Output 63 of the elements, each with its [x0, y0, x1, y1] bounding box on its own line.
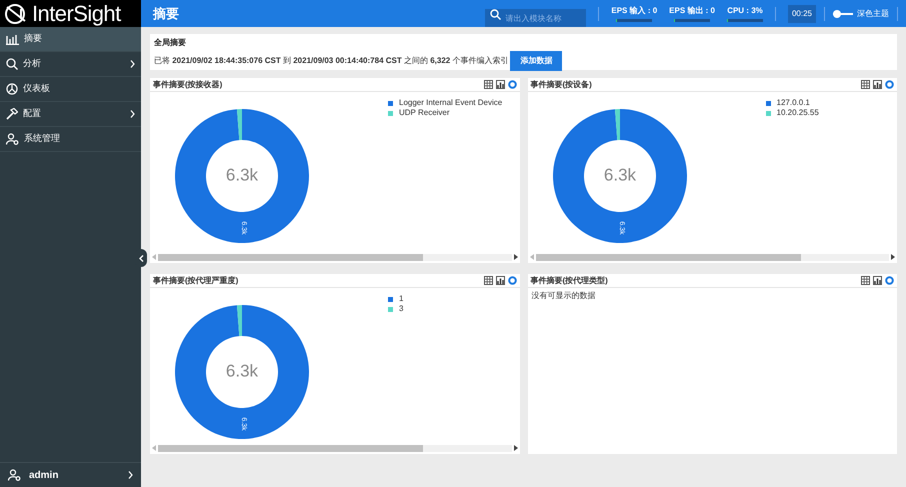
panel-title: 事件摘要(按代理类型)	[530, 274, 609, 286]
theme-label: 深色主题	[857, 8, 889, 20]
search-field[interactable]: 请出入模块名称	[485, 9, 586, 27]
stat-reading: EPS 输入 : 0	[611, 5, 658, 17]
scrollbar-thumb[interactable]	[158, 254, 424, 260]
panel-title: 事件摘要(按代理严重度)	[153, 274, 240, 286]
add-data-button[interactable]: 添加数据	[510, 51, 562, 71]
user-gear-icon	[6, 133, 19, 145]
panel-title: 事件摘要(按接收器)	[153, 78, 224, 90]
scroll-right-icon[interactable]	[514, 445, 518, 451]
sidebar-item[interactable]: 摘要	[0, 27, 141, 52]
sidebar-item[interactable]: 系统管理	[0, 127, 141, 152]
table-icon[interactable]	[861, 276, 870, 285]
chart-icon[interactable]	[873, 80, 882, 89]
stat-reading: CPU : 3%	[727, 5, 763, 17]
logo-text: InterSight	[32, 2, 121, 24]
table-icon[interactable]	[484, 276, 492, 285]
legend-label: Logger Internal Event Device	[399, 97, 502, 109]
summary-title: 全局摘要	[154, 37, 187, 49]
donut-icon[interactable]	[508, 276, 516, 285]
horizontal-scrollbar[interactable]	[152, 444, 518, 452]
donut-total: 6.3k	[226, 361, 258, 380]
stat-reading: EPS 输出 : 0	[669, 5, 715, 17]
user-gear-icon	[8, 469, 21, 481]
legend-label: 127.0.0.1	[776, 97, 810, 109]
legend-label: UDP Receiver	[399, 107, 450, 119]
sidebar-item[interactable]: 配置	[0, 102, 141, 127]
horizontal-scrollbar[interactable]	[152, 253, 518, 261]
donut-icon[interactable]	[885, 80, 894, 89]
horizontal-scrollbar[interactable]	[530, 253, 895, 261]
bar-chart-icon	[6, 34, 19, 44]
chart-icon[interactable]	[496, 276, 504, 285]
sidebar-item[interactable]: 仪表板	[0, 77, 141, 102]
scrollbar-thumb[interactable]	[158, 444, 424, 452]
user-menu[interactable]: admin	[0, 462, 141, 487]
hammer-icon	[6, 108, 18, 120]
search-icon	[6, 58, 18, 70]
chevron-right-icon	[128, 471, 133, 479]
scrollbar-thumb[interactable]	[536, 254, 801, 260]
sidebar-item[interactable]: 分析	[0, 52, 141, 77]
search-icon	[490, 8, 502, 20]
chart-icon[interactable]	[496, 80, 504, 89]
table-icon[interactable]	[861, 80, 870, 89]
panel-title: 事件摘要(按设备)	[530, 78, 593, 90]
chart-icon[interactable]	[873, 276, 882, 285]
donut-icon[interactable]	[885, 276, 894, 285]
donut-total: 6.3k	[603, 165, 636, 184]
gauge-icon	[6, 83, 18, 95]
page-title: 摘要	[153, 4, 179, 23]
logo-icon	[4, 2, 28, 24]
legend-label: 1	[399, 293, 404, 305]
table-icon[interactable]	[484, 80, 492, 89]
donut-total: 6.3k	[226, 165, 258, 184]
chevron-left-icon	[138, 254, 144, 262]
clock-display: 00:25	[788, 4, 816, 22]
donut-icon[interactable]	[508, 80, 516, 89]
scroll-right-icon[interactable]	[891, 254, 895, 260]
empty-message: 没有可显示的数据	[532, 290, 596, 302]
summary-text: 已将 2021/09/02 18:44:35:076 CST 到 2021/09/03 00:14:40:784 CST 之间的 6,322 个事件编入索引	[154, 55, 508, 67]
legend-label: 3	[399, 303, 404, 315]
theme-toggle[interactable]	[833, 10, 853, 18]
scroll-right-icon[interactable]	[514, 254, 518, 260]
legend-label: 10.20.25.55	[776, 107, 819, 119]
